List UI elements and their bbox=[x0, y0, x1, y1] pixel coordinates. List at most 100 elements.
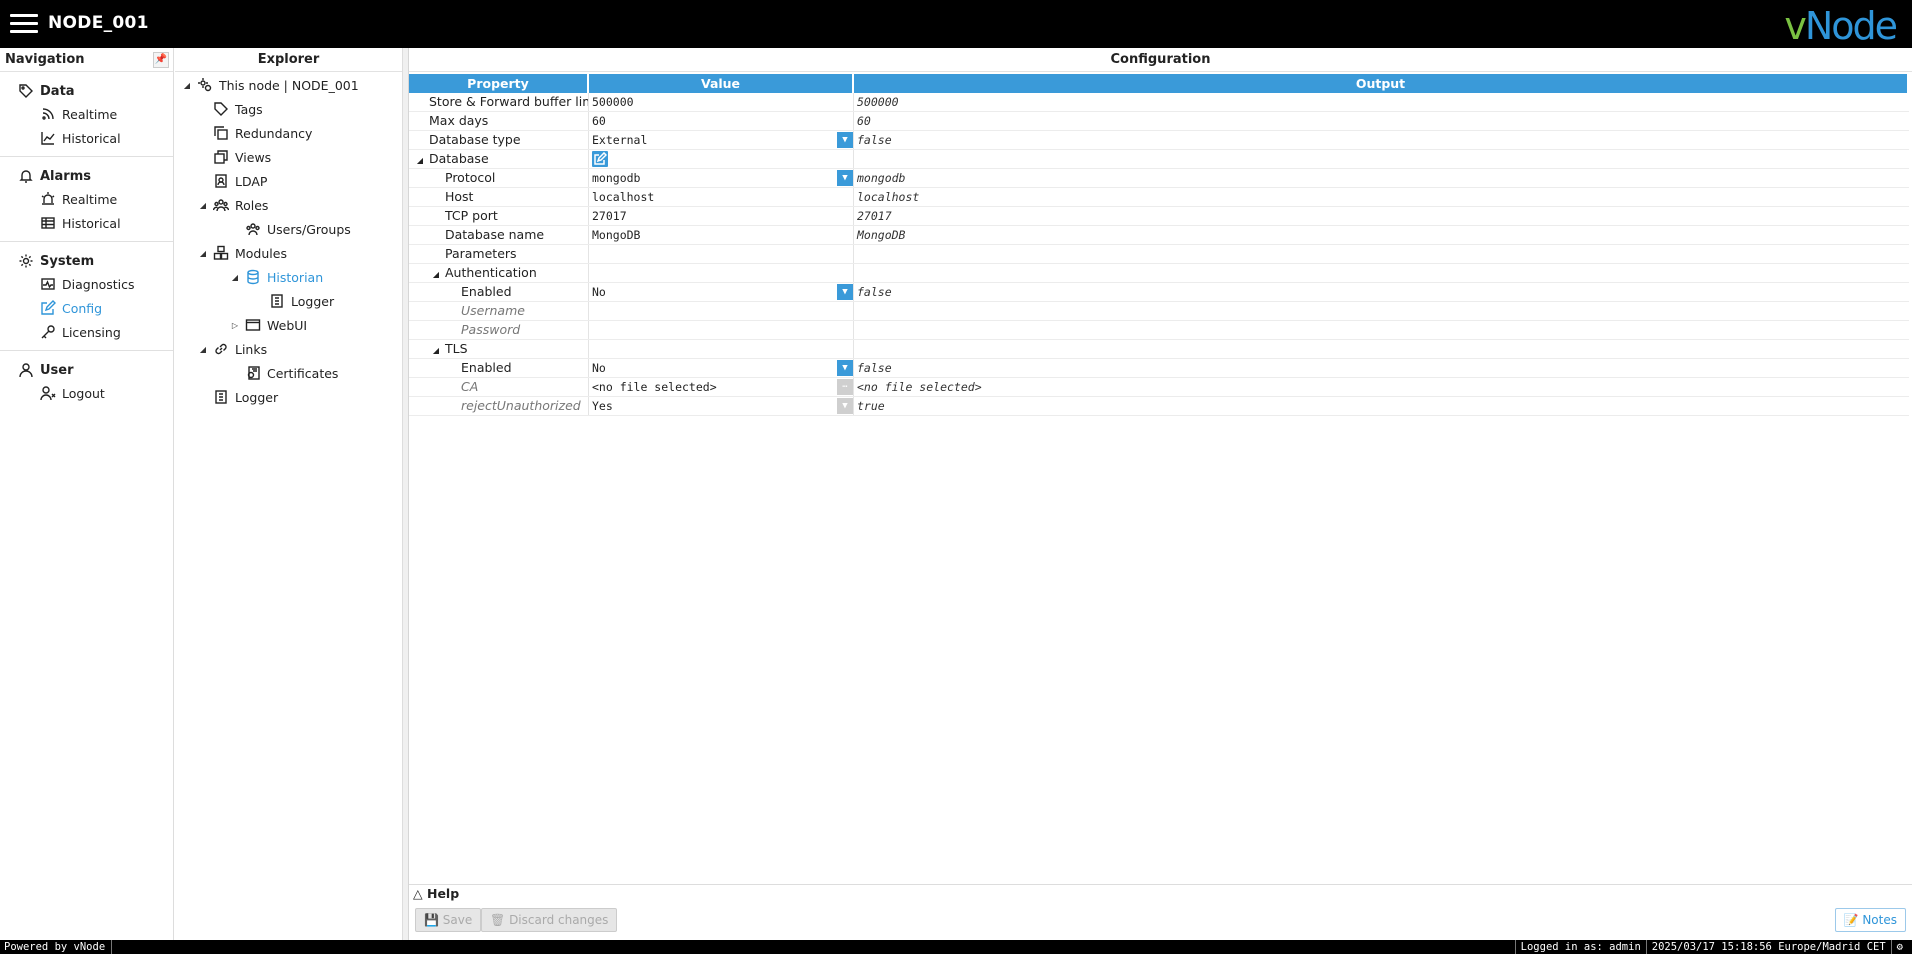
nav-item-diagnostics[interactable]: Diagnostics bbox=[0, 272, 173, 296]
value-cell[interactable]: 60 bbox=[589, 112, 854, 130]
grid-row-host[interactable]: Host localhost localhost bbox=[409, 188, 1909, 207]
value-cell bbox=[589, 321, 854, 339]
database-icon bbox=[245, 269, 261, 285]
vnode-logo: vNode bbox=[1784, 4, 1898, 48]
nav-item-data-realtime[interactable]: Realtime bbox=[0, 102, 173, 126]
notes-button[interactable]: 📝 Notes bbox=[1834, 908, 1906, 932]
value-cell[interactable]: 27017 bbox=[589, 207, 854, 225]
key-icon bbox=[40, 324, 56, 340]
value-cell[interactable]: localhost bbox=[589, 188, 854, 206]
tree-item-webui[interactable]: ▷ WebUI bbox=[175, 313, 402, 337]
value-cell[interactable]: mongodb ▼ bbox=[589, 169, 854, 187]
grid-row-ca: CA <no file selected> ⋯ <no file selected… bbox=[409, 378, 1909, 397]
grid-row-tcp-port[interactable]: TCP port 27017 27017 bbox=[409, 207, 1909, 226]
output-cell bbox=[854, 302, 1909, 320]
datetime-label: 2025/03/17 15:18:56 Europe/Madrid CET bbox=[1645, 940, 1891, 954]
nav-item-config[interactable]: Config bbox=[0, 296, 173, 320]
column-header-property: Property bbox=[409, 74, 589, 93]
property-label: Protocol bbox=[409, 169, 589, 187]
value-cell[interactable] bbox=[589, 245, 854, 263]
tree-item-historian-logger[interactable]: Logger bbox=[175, 289, 402, 313]
alarm-realtime-icon bbox=[40, 191, 56, 207]
tree-item-links[interactable]: ◢ Links bbox=[175, 337, 402, 361]
value-cell[interactable]: MongoDB bbox=[589, 226, 854, 244]
dropdown-chevron-icon[interactable]: ▼ bbox=[837, 284, 853, 300]
grid-row-tls-enabled[interactable]: Enabled No ▼ false bbox=[409, 359, 1909, 378]
settings-gear-icon[interactable]: ⚙ bbox=[1890, 940, 1908, 954]
nav-section-system: System Diagnostics Config Licensing bbox=[0, 242, 173, 351]
link-icon bbox=[213, 341, 229, 357]
tree-item-tags[interactable]: Tags bbox=[175, 97, 402, 121]
output-cell bbox=[854, 340, 1909, 358]
grid-row-database-type[interactable]: Database type External ▼ false bbox=[409, 131, 1909, 150]
tag-icon bbox=[213, 101, 229, 117]
collapse-arrow-icon[interactable]: ◢ bbox=[431, 342, 441, 358]
help-section-toggle[interactable]: △ Help bbox=[409, 884, 1912, 902]
value-cell[interactable]: 500000 bbox=[589, 93, 854, 111]
grid-row-tls[interactable]: ◢ TLS bbox=[409, 340, 1909, 359]
expand-arrow-icon[interactable]: ▷ bbox=[229, 321, 241, 330]
bell-icon bbox=[18, 168, 34, 184]
configuration-panel: Configuration Property Value Output Stor… bbox=[409, 48, 1912, 940]
save-button[interactable]: 💾 Save bbox=[415, 908, 482, 932]
nav-item-data-historical[interactable]: Historical bbox=[0, 126, 173, 150]
tree-item-users-groups[interactable]: Users/Groups bbox=[175, 217, 402, 241]
tree-item-roles[interactable]: ◢ Roles bbox=[175, 193, 402, 217]
column-header-value: Value bbox=[589, 74, 854, 93]
value-cell[interactable]: No ▼ bbox=[589, 359, 854, 377]
property-label: ◢ Database bbox=[409, 150, 589, 168]
collapse-arrow-icon[interactable]: ◢ bbox=[181, 81, 193, 90]
tree-item-this-node[interactable]: ◢ This node | NODE_001 bbox=[175, 73, 402, 97]
table-icon bbox=[40, 215, 56, 231]
hamburger-menu-icon[interactable] bbox=[10, 14, 38, 34]
copy-icon bbox=[213, 125, 229, 141]
value-cell[interactable]: No ▼ bbox=[589, 283, 854, 301]
tree-item-certificates[interactable]: Certificates bbox=[175, 361, 402, 385]
tree-item-modules[interactable]: ◢ Modules bbox=[175, 241, 402, 265]
property-grid: Property Value Output Store & Forward bu… bbox=[409, 74, 1909, 416]
edit-icon[interactable] bbox=[592, 151, 608, 167]
trash-icon: 🗑 bbox=[490, 913, 506, 927]
tree-item-ldap[interactable]: LDAP bbox=[175, 169, 402, 193]
grid-row-parameters[interactable]: Parameters bbox=[409, 245, 1909, 264]
dropdown-chevron-icon[interactable]: ▼ bbox=[837, 132, 853, 148]
grid-row-database[interactable]: ◢ Database bbox=[409, 150, 1909, 169]
property-label: CA bbox=[409, 378, 589, 396]
nav-head-data: Data bbox=[0, 80, 173, 102]
nav-item-licensing[interactable]: Licensing bbox=[0, 320, 173, 344]
dropdown-chevron-icon[interactable]: ▼ bbox=[837, 360, 853, 376]
collapse-arrow-icon[interactable]: ◢ bbox=[431, 266, 441, 282]
dropdown-chevron-icon[interactable]: ▼ bbox=[837, 170, 853, 186]
value-cell[interactable]: External ▼ bbox=[589, 131, 854, 149]
grid-row-store-forward[interactable]: Store & Forward buffer limit 500000 5000… bbox=[409, 93, 1909, 112]
property-label: Username bbox=[409, 302, 589, 320]
collapse-arrow-icon[interactable]: ◢ bbox=[197, 345, 209, 354]
grid-row-authentication[interactable]: ◢ Authentication bbox=[409, 264, 1909, 283]
property-label: Enabled bbox=[409, 359, 589, 377]
rss-icon bbox=[40, 106, 56, 122]
tree-item-historian[interactable]: ◢ Historian bbox=[175, 265, 402, 289]
tree-item-redundancy[interactable]: Redundancy bbox=[175, 121, 402, 145]
tree-item-views[interactable]: Views bbox=[175, 145, 402, 169]
nav-head-user: User bbox=[0, 359, 173, 381]
output-cell: mongodb bbox=[857, 171, 906, 185]
grid-row-max-days[interactable]: Max days 60 60 bbox=[409, 112, 1909, 131]
grid-row-database-name[interactable]: Database name MongoDB MongoDB bbox=[409, 226, 1909, 245]
value-cell bbox=[589, 340, 854, 358]
collapse-arrow-icon[interactable]: ◢ bbox=[415, 152, 425, 168]
pin-icon[interactable]: 📌 bbox=[153, 52, 169, 68]
contact-card-icon bbox=[213, 173, 229, 189]
grid-row-protocol[interactable]: Protocol mongodb ▼ mongodb bbox=[409, 169, 1909, 188]
collapse-arrow-icon[interactable]: ◢ bbox=[229, 273, 241, 282]
collapse-arrow-icon[interactable]: ◢ bbox=[197, 201, 209, 210]
discard-changes-button[interactable]: 🗑 Discard changes bbox=[481, 908, 618, 932]
collapse-arrow-icon[interactable]: ◢ bbox=[197, 249, 209, 258]
users-group-icon bbox=[212, 197, 230, 213]
value-cell[interactable] bbox=[589, 150, 854, 168]
nav-item-alarms-historical[interactable]: Historical bbox=[0, 211, 173, 235]
grid-row-auth-enabled[interactable]: Enabled No ▼ false bbox=[409, 283, 1909, 302]
tree-item-logger[interactable]: Logger bbox=[175, 385, 402, 409]
explorer-panel: Explorer ◢ This node | NODE_001 Tags Red… bbox=[175, 48, 403, 940]
nav-item-alarms-realtime[interactable]: Realtime bbox=[0, 187, 173, 211]
nav-item-logout[interactable]: Logout bbox=[0, 381, 173, 405]
